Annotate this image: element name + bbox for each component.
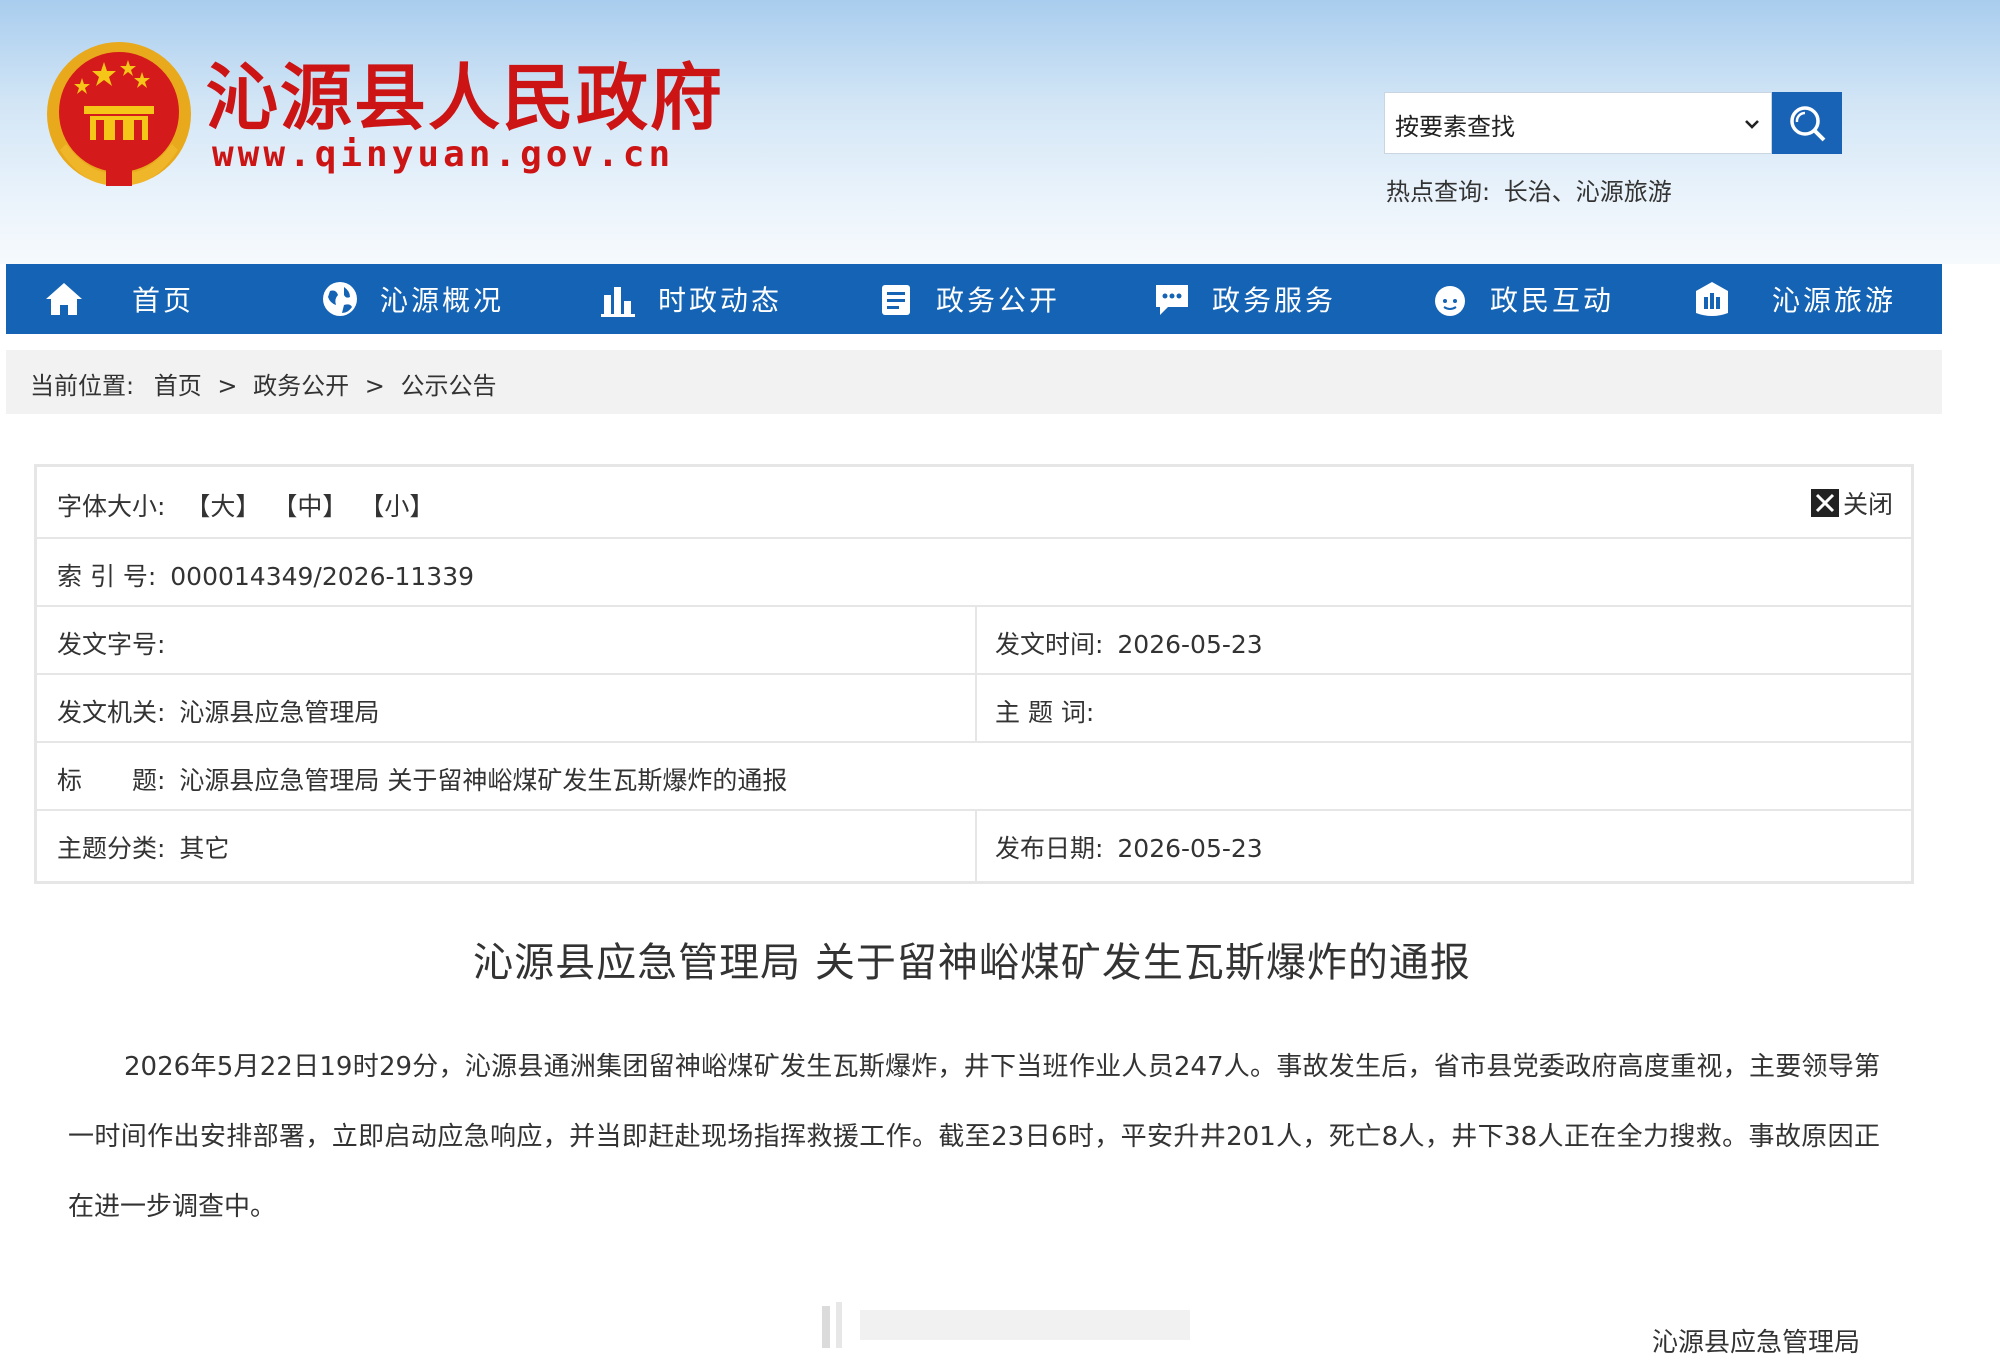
main-nav: 首页 沁源概况 时政动态 政务公开 政务服务 政民互动 沁源旅游 (6, 264, 1942, 334)
nav-item-overview[interactable]: 沁源概况 (320, 264, 504, 334)
close-button[interactable]: 关闭 (1810, 485, 1893, 521)
nav-label: 首页 (132, 284, 195, 317)
font-size-label: 字体大小: (57, 492, 166, 521)
index-no-value: 000014349/2026-11339 (170, 562, 475, 591)
nav-label: 沁源概况 (380, 284, 505, 317)
document-icon (882, 285, 910, 315)
document-info-table: 字体大小: 【大】 【中】 【小】 关闭 索 引 号: 000014349/20… (34, 464, 1914, 884)
search-type-select[interactable]: 按要素查找 (1384, 92, 1772, 154)
nav-item-gov-open[interactable]: 政务公开 (876, 264, 1060, 334)
article-title: 沁源县应急管理局 关于留神峪煤矿发生瓦斯爆炸的通报 (473, 940, 1471, 986)
issue-time-label: 发文时间: (995, 630, 1104, 659)
nav-label: 政务公开 (936, 284, 1061, 317)
breadcrumb-separator: > (217, 372, 238, 400)
issuer-row: 发文机关: 沁源县应急管理局 主 题 词: (37, 675, 1911, 743)
breadcrumb-item-home[interactable]: 首页 (154, 372, 202, 400)
title-row: 标 题: 沁源县应急管理局 关于留神峪煤矿发生瓦斯爆炸的通报 (37, 743, 1911, 811)
chat-icon (1156, 285, 1188, 315)
site-name[interactable]: 沁源县人民政府 (206, 58, 724, 138)
hot-search-terms[interactable]: 长治、沁源旅游 (1504, 178, 1672, 206)
breadcrumb-prefix: 当前位置: (30, 372, 135, 400)
doc-no-label: 发文字号: (57, 630, 166, 659)
globe-icon (323, 282, 357, 316)
close-label: 关闭 (1842, 490, 1893, 519)
watermark (822, 1302, 1190, 1348)
topic-word-label: 主 题 词: (995, 698, 1095, 727)
font-size-row: 字体大小: 【大】 【中】 【小】 关闭 (37, 467, 1911, 539)
search-icon (1790, 106, 1826, 142)
issuer-label: 发文机关: (57, 698, 166, 727)
font-size-large-button[interactable]: 【大】 (185, 492, 260, 521)
font-size-small-button[interactable]: 【小】 (359, 492, 434, 521)
nav-item-services[interactable]: 政务服务 (1152, 264, 1336, 334)
breadcrumb-separator: > (364, 372, 385, 400)
issuer-value: 沁源县应急管理局 (179, 698, 380, 727)
column-divider (975, 607, 977, 673)
home-icon (46, 283, 82, 315)
search-type-selected: 按要素查找 (1395, 113, 1515, 141)
category-label: 主题分类: (57, 834, 166, 863)
people-icon (1435, 286, 1465, 316)
chevron-down-icon (1745, 120, 1759, 129)
nav-item-interaction[interactable]: 政民互动 (1430, 264, 1614, 334)
nav-label: 时政动态 (658, 284, 783, 317)
breadcrumb: 当前位置: 首页 > 政务公开 > 公示公告 (30, 366, 497, 401)
nav-label: 沁源旅游 (1772, 284, 1897, 317)
category-cell: 主题分类: 其它 (57, 829, 229, 899)
national-emblem-logo (47, 42, 191, 186)
article-signature: 沁源县应急管理局 (1652, 1328, 1861, 1358)
publish-date-cell: 发布日期: 2026-05-23 (995, 829, 1263, 899)
nav-item-tourism[interactable]: 沁源旅游 (1692, 264, 1896, 334)
hot-search: 热点查询: 长治、沁源旅游 (1386, 172, 1672, 207)
bar-chart-icon (601, 287, 635, 317)
column-divider (975, 675, 977, 741)
title-label: 标 题: (57, 766, 166, 795)
category-value: 其它 (179, 834, 230, 863)
nav-item-news[interactable]: 时政动态 (598, 264, 782, 334)
column-divider (975, 811, 977, 881)
breadcrumb-bar: 当前位置: 首页 > 政务公开 > 公示公告 (6, 350, 1942, 414)
nav-item-home[interactable]: 首页 (44, 264, 194, 334)
index-no-row: 索 引 号: 000014349/2026-11339 (37, 539, 1911, 607)
building-icon (1696, 282, 1728, 316)
publish-date-value: 2026-05-23 (1117, 834, 1263, 863)
nav-label: 政务服务 (1212, 284, 1337, 317)
site-header: 沁源县人民政府 www.qinyuan.gov.cn 按要素查找 热点查询: 长… (0, 0, 2000, 264)
close-icon (1810, 489, 1839, 517)
issue-time-value: 2026-05-23 (1117, 630, 1263, 659)
breadcrumb-item-notices[interactable]: 公示公告 (401, 372, 497, 400)
font-size-medium-button[interactable]: 【中】 (272, 492, 347, 521)
site-url[interactable]: www.qinyuan.gov.cn (212, 134, 674, 176)
doc-no-row: 发文字号: 发文时间: 2026-05-23 (37, 607, 1911, 675)
search-button[interactable] (1772, 92, 1842, 154)
breadcrumb-item-gov-open[interactable]: 政务公开 (253, 372, 349, 400)
hot-search-label: 热点查询: (1386, 178, 1491, 206)
index-no-label: 索 引 号: (57, 562, 157, 591)
category-row: 主题分类: 其它 发布日期: 2026-05-23 (37, 811, 1911, 881)
nav-label: 政民互动 (1490, 284, 1615, 317)
publish-date-label: 发布日期: (995, 834, 1104, 863)
article-body: 2026年5月22日19时29分，沁源县通洲集团留神峪煤矿发生瓦斯爆炸，井下当班… (68, 1052, 1880, 1222)
title-value: 沁源县应急管理局 关于留神峪煤矿发生瓦斯爆炸的通报 (179, 766, 788, 795)
